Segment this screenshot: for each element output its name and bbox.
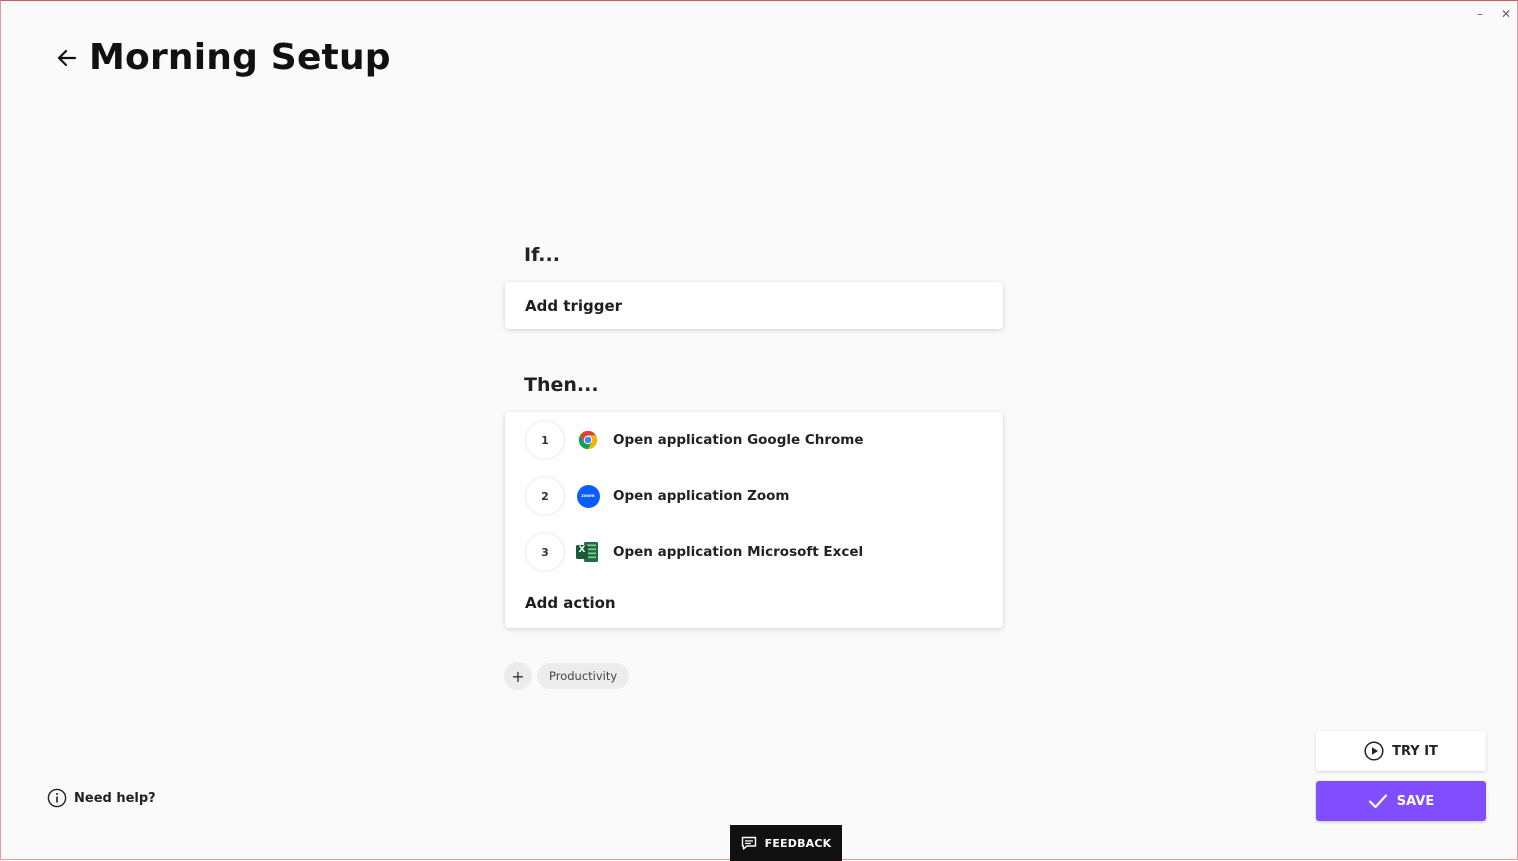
try-it-button[interactable]: TRY IT	[1316, 731, 1486, 771]
page-title: Morning Setup	[89, 37, 391, 78]
save-button[interactable]: SAVE	[1316, 781, 1486, 821]
tag-chip[interactable]: Productivity	[537, 663, 630, 689]
action-number: 1	[525, 420, 565, 460]
zoom-icon: zoom	[576, 484, 600, 508]
save-label: SAVE	[1396, 793, 1435, 809]
action-label: Open application Microsoft Excel	[613, 544, 864, 560]
if-section-label: If...	[524, 244, 560, 266]
zoom-icon-label: zoom	[576, 484, 600, 508]
add-trigger-button[interactable]: Add trigger	[505, 282, 1003, 329]
checkmark-icon	[1368, 794, 1387, 809]
info-icon	[47, 788, 67, 808]
need-help-link[interactable]: Need help?	[47, 788, 156, 808]
window-close-button[interactable]: ✕	[1498, 6, 1514, 22]
add-tag-button[interactable]: +	[504, 662, 532, 690]
feedback-icon	[741, 836, 756, 850]
add-trigger-label: Add trigger	[525, 296, 623, 315]
play-icon	[1364, 741, 1384, 761]
need-help-label: Need help?	[74, 790, 156, 806]
tag-row: + Productivity	[504, 662, 630, 690]
action-item-excel[interactable]: 3 X Open application Microsoft Excel	[525, 532, 863, 572]
feedback-label: FEEDBACK	[764, 836, 832, 850]
excel-icon-letter: X	[578, 545, 586, 555]
action-number: 2	[525, 476, 565, 516]
action-label: Open application Zoom	[613, 488, 790, 504]
then-section-label: Then...	[524, 374, 599, 396]
page-header: Morning Setup	[55, 37, 391, 78]
action-number: 3	[525, 532, 565, 572]
excel-icon: X	[576, 540, 600, 564]
actions-list: 1 Open application Google Chrome 2 zoom …	[505, 412, 1003, 628]
action-label: Open application Google Chrome	[613, 432, 864, 448]
feedback-button[interactable]: FEEDBACK	[730, 825, 842, 861]
chrome-icon	[576, 428, 600, 452]
action-item-zoom[interactable]: 2 zoom Open application Zoom	[525, 476, 789, 516]
try-it-label: TRY IT	[1392, 743, 1438, 759]
add-action-button[interactable]: Add action	[525, 594, 616, 612]
arrow-left-icon[interactable]	[55, 46, 79, 70]
app-window: – ✕ Morning Setup If... Add trigger Then…	[0, 0, 1518, 861]
window-minimize-button[interactable]: –	[1472, 6, 1488, 22]
action-item-chrome[interactable]: 1 Open application Google Chrome	[525, 420, 864, 460]
